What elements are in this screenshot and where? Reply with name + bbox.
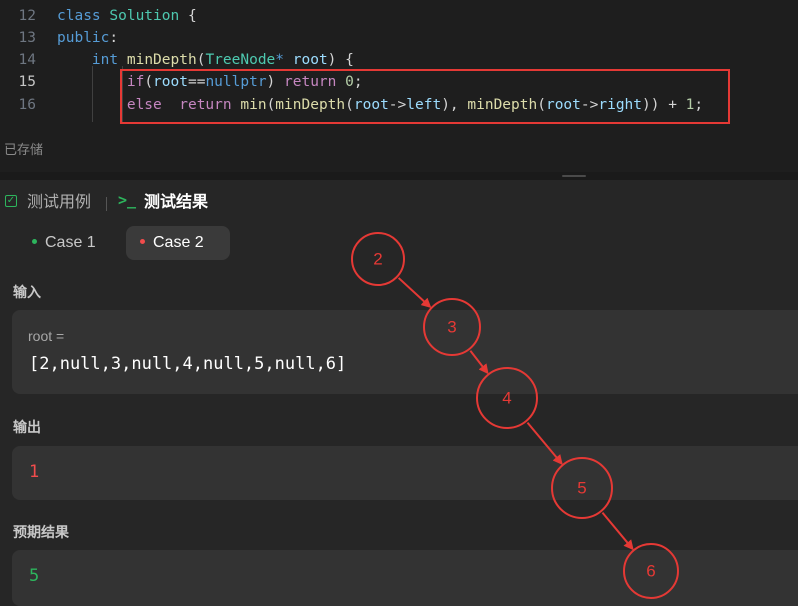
code-token: Solution [109, 8, 180, 24]
code-token: { [179, 8, 197, 24]
highlight-annotation-box [120, 69, 730, 124]
fail-dot-icon [140, 239, 145, 244]
tab-test-result-label: 测试结果 [144, 194, 209, 211]
case-1-button[interactable]: Case 1 [18, 226, 112, 260]
line-number: 12 [18, 8, 36, 24]
line-number: 14 [18, 52, 36, 68]
expected-value: 5 [29, 566, 40, 586]
code-text: class Solution { [57, 5, 197, 27]
code-text: public: [57, 27, 118, 49]
code-token: * [275, 52, 285, 68]
test-panel: ✓ 测试用例 >_ 测试结果 Case 1 Case 2 输入 root = [… [0, 180, 798, 606]
code-token: int [91, 52, 119, 68]
checkbox-icon: ✓ [5, 195, 17, 207]
code-token: minDepth [126, 52, 197, 68]
terminal-icon: >_ [118, 191, 137, 209]
line-number: 15 [18, 74, 36, 90]
panel-splitter[interactable] [0, 172, 798, 180]
line-number: 16 [18, 97, 36, 113]
saved-status: 已存储 [4, 143, 44, 158]
code-text: int minDepth(TreeNode* root) { [57, 49, 354, 71]
input-value: [2,null,3,null,4,null,5,null,6] [29, 354, 347, 374]
input-var-name: root = [28, 328, 65, 344]
code-token: ) { [327, 52, 354, 68]
code-editor[interactable]: 12 class Solution {13 public: 14 int minDep… [0, 0, 798, 172]
panel-tabbar: ✓ 测试用例 >_ 测试结果 [0, 180, 798, 224]
case-2-label: Case 2 [153, 234, 204, 251]
tab-divider [106, 197, 107, 211]
output-box: 1 [12, 446, 798, 500]
code-token: root [292, 52, 328, 68]
pass-dot-icon [32, 239, 37, 244]
code-token: : [109, 30, 119, 46]
input-box: root = [2,null,3,null,4,null,5,null,6] [12, 310, 798, 394]
expected-section-label: 预期结果 [13, 524, 69, 540]
input-section-label: 输入 [13, 284, 41, 300]
expected-box: 5 [12, 550, 798, 606]
code-token: public [57, 30, 110, 46]
output-section-label: 输出 [13, 419, 41, 435]
tab-testcase-label: 测试用例 [27, 194, 92, 211]
splitter-grip[interactable] [562, 175, 586, 177]
code-token: class [57, 8, 101, 24]
case-2-button[interactable]: Case 2 [126, 226, 230, 260]
output-value: 1 [29, 462, 40, 482]
case-1-label: Case 1 [45, 234, 96, 251]
code-token: TreeNode [205, 52, 276, 68]
line-number: 13 [18, 30, 36, 46]
